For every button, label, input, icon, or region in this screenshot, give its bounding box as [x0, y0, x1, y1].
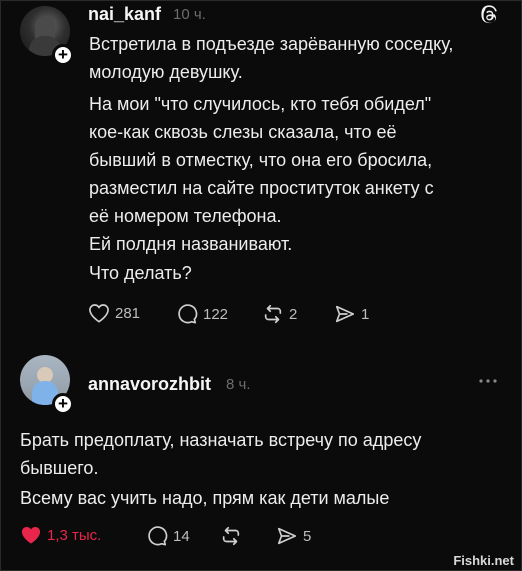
reply-repost-button[interactable]: [220, 525, 242, 547]
repost-icon: [264, 304, 282, 324]
reply-like-button[interactable]: 1,3 тыс.: [20, 525, 101, 545]
threads-logo-icon[interactable]: [478, 4, 500, 26]
reply-text-line: Брать предоплату, назначать встречу по а…: [20, 430, 422, 450]
post-time: 10 ч.: [173, 6, 206, 23]
thread-post: + nai_kanf 10 ч. Встретила в подъезде за…: [0, 0, 522, 340]
reply-username[interactable]: annavorozhbit: [88, 374, 211, 395]
comment-icon: [148, 526, 168, 546]
share-count: 1: [361, 305, 370, 323]
heart-icon: [89, 304, 109, 323]
repost-count: 2: [289, 305, 298, 323]
repost-icon: [222, 526, 240, 546]
post-text-line: кое-как сквозь слезы сказала, что её: [89, 122, 397, 142]
reply-text-line: бывшего.: [20, 458, 99, 478]
post-text-line: молодую девушку.: [89, 62, 243, 82]
username[interactable]: nai_kanf: [88, 4, 161, 25]
post-text-line: её номером телефона.: [89, 206, 282, 226]
like-button[interactable]: 281: [88, 303, 140, 323]
post-text-line: разместил на сайте проституток анкету с: [89, 178, 434, 198]
share-icon: [335, 305, 355, 323]
share-icon: [277, 527, 297, 545]
share-button[interactable]: 1: [334, 303, 369, 325]
post-text-line: Встретила в подъезде зарёванную соседку,: [89, 34, 454, 54]
post-text-line: бывший в отместку, что она его бросила,: [89, 150, 433, 170]
repost-button[interactable]: 2: [262, 303, 297, 325]
post-text-line: Ей полдня названивают.: [89, 234, 293, 254]
reply-time: 8 ч.: [226, 376, 251, 393]
post-text-line: На мои "что случилось, кто тебя обидел": [89, 94, 432, 114]
follow-plus-icon[interactable]: +: [52, 44, 74, 66]
post-text-line: Что делать?: [89, 263, 192, 283]
comment-count: 122: [203, 305, 229, 323]
reply-like-count: 1,3 тыс.: [47, 526, 102, 544]
comment-button[interactable]: 122: [176, 303, 228, 325]
heart-icon: [21, 527, 41, 544]
reply-share-count: 5: [303, 527, 312, 545]
like-count: 281: [115, 304, 141, 322]
reply-text-line: Всему вас учить надо, прям как дети малы…: [20, 488, 390, 508]
watermark: Fishki.net: [453, 553, 514, 568]
reply-comment-button[interactable]: 14: [146, 525, 190, 547]
reply-comment-count: 14: [173, 527, 190, 545]
comment-icon: [178, 304, 198, 324]
more-options-icon[interactable]: [478, 376, 498, 386]
follow-plus-icon[interactable]: +: [52, 393, 74, 415]
reply-share-button[interactable]: 5: [276, 525, 311, 547]
